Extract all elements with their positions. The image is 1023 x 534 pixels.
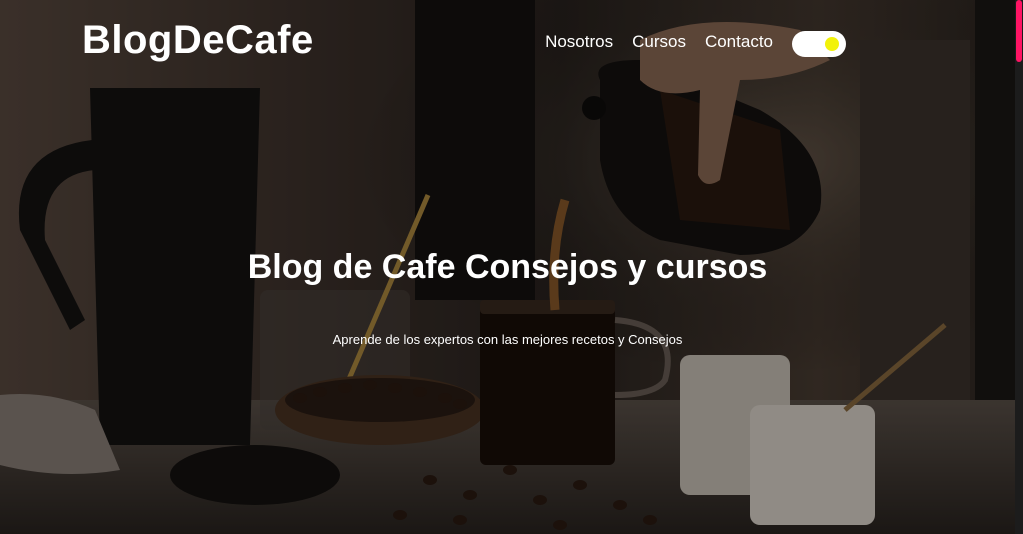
hero-section: BlogDeCafe Nosotros Cursos Contacto Blog… bbox=[0, 0, 1023, 534]
nav-link-contacto[interactable]: Contacto bbox=[705, 32, 773, 52]
theme-toggle[interactable] bbox=[792, 31, 846, 57]
hero-subtitle: Aprende de los expertos con las mejores … bbox=[332, 332, 683, 347]
site-header: BlogDeCafe Nosotros Cursos Contacto bbox=[0, 0, 1015, 88]
main-nav: Nosotros Cursos Contacto bbox=[526, 32, 773, 52]
page-scrollbar[interactable] bbox=[1015, 0, 1023, 534]
scrollbar-thumb[interactable] bbox=[1016, 0, 1022, 62]
hero-title: Blog de Cafe Consejos y cursos bbox=[247, 248, 768, 286]
site-logo[interactable]: BlogDeCafe bbox=[82, 18, 314, 63]
nav-link-cursos[interactable]: Cursos bbox=[632, 32, 686, 52]
nav-link-nosotros[interactable]: Nosotros bbox=[545, 32, 613, 52]
toggle-knob bbox=[825, 37, 839, 51]
